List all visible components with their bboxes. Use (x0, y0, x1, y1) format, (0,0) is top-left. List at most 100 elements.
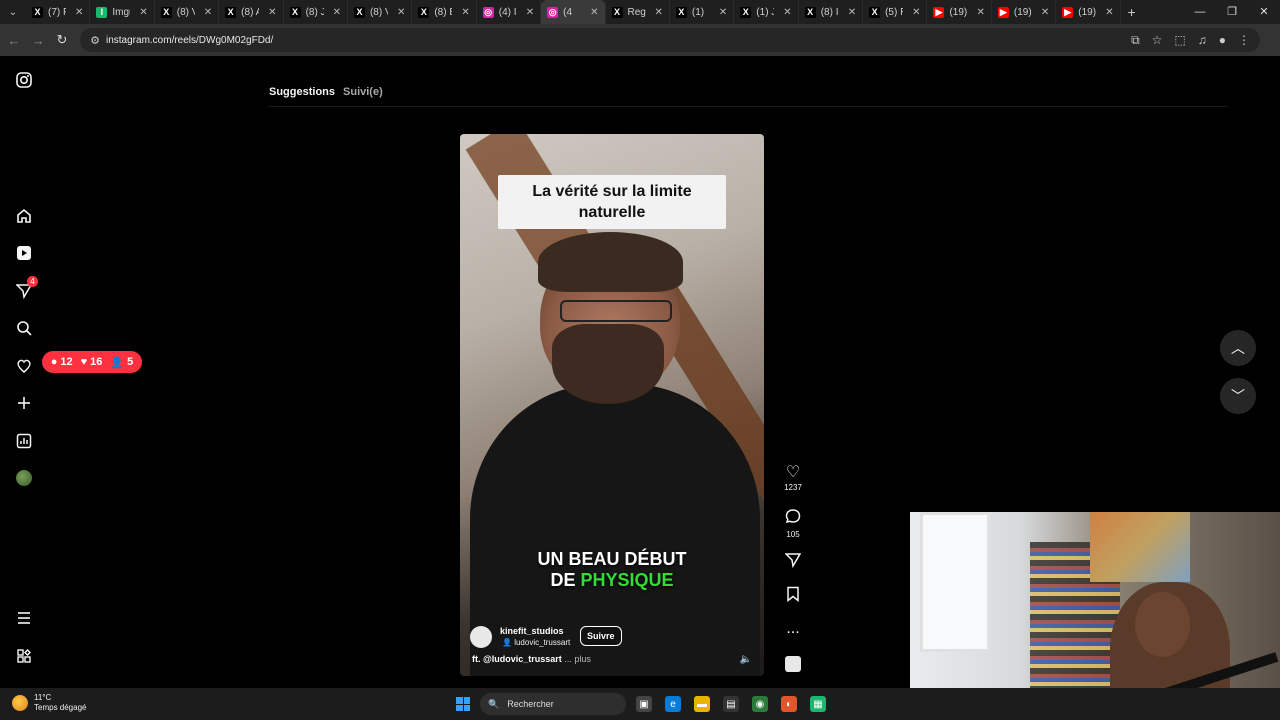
previous-reel-button[interactable]: ︿ (1220, 330, 1256, 366)
browser-tab[interactable]: X (7) F ✕ (26, 0, 91, 24)
x-icon: X (675, 6, 687, 18)
more-menu-icon[interactable] (14, 608, 34, 628)
browser-tab[interactable]: X (8) J ✕ (284, 0, 348, 24)
restore-button[interactable]: ❐ (1216, 0, 1248, 24)
browser-tab[interactable]: I Imgu ✕ (90, 0, 155, 24)
browser-tab[interactable]: X (8) Ia ✕ (799, 0, 864, 24)
tab-suggestions[interactable]: Suggestions (269, 86, 335, 98)
tab-close-icon[interactable]: ✕ (461, 7, 469, 18)
reels-icon[interactable] (14, 243, 34, 263)
home-icon[interactable] (14, 206, 34, 226)
subtitle-line-1: UN BEAU DÉBUT (537, 549, 687, 569)
notifications-heart-icon[interactable] (14, 356, 34, 376)
creator-name[interactable]: kinefit_studios (500, 626, 564, 636)
browser-tab[interactable]: X Rege ✕ (606, 0, 670, 24)
tab-close-icon[interactable]: ✕ (139, 7, 147, 18)
profile-icon[interactable]: ● (1219, 33, 1226, 48)
x-icon: X (740, 6, 752, 18)
collaborator-name[interactable]: 👤 ludovic_trussart (502, 638, 570, 647)
reload-button[interactable]: ↻ (50, 32, 74, 48)
tab-close-icon[interactable]: ✕ (783, 7, 791, 18)
follow-button[interactable]: Suivre (580, 626, 622, 646)
dashboard-icon[interactable] (14, 431, 34, 451)
share-button[interactable] (780, 552, 806, 573)
browser-menu-icon[interactable]: ⋮ (1238, 33, 1250, 48)
forward-button[interactable]: → (26, 33, 50, 48)
install-app-icon[interactable]: ⧉ (1131, 33, 1140, 48)
tab-close-icon[interactable]: ✕ (1041, 7, 1049, 18)
tab-close-icon[interactable]: ✕ (204, 7, 212, 18)
video-person-beard (552, 324, 664, 404)
next-reel-button[interactable]: ﹀ (1220, 378, 1256, 414)
back-button[interactable]: ← (2, 33, 26, 48)
bookmark-star-icon[interactable]: ☆ (1152, 33, 1163, 48)
tab-close-icon[interactable]: ✕ (75, 7, 83, 18)
browser-tab[interactable]: X (1) Je ✕ (734, 0, 799, 24)
tab-label: (4) In (498, 6, 517, 18)
firefox-icon[interactable]: ◐ (781, 696, 797, 712)
like-button[interactable]: ♡ 1237 (780, 464, 806, 492)
browser-tab[interactable]: X (5) R ✕ (863, 0, 928, 24)
instagram-icon: ◎ (482, 6, 494, 18)
site-info-icon[interactable]: ⚙ (84, 34, 106, 47)
tab-search-button[interactable]: ⌄ (0, 0, 26, 24)
browser-tab[interactable]: X (8) B ✕ (412, 0, 477, 24)
tab-following[interactable]: Suivi(e) (343, 86, 383, 98)
tab-label: (8) A (241, 6, 260, 18)
browser-tab[interactable]: ◎ (4) In ✕ (477, 0, 542, 24)
notifications-summary-pill[interactable]: ● 12 ♥ 16 👤 5 (42, 351, 142, 373)
edge-icon[interactable]: e (665, 696, 681, 712)
tab-close-icon[interactable]: ✕ (848, 7, 856, 18)
browser-tab[interactable]: X (8) A ✕ (219, 0, 284, 24)
tab-close-icon[interactable]: ✕ (719, 7, 727, 18)
tab-close-icon[interactable]: ✕ (1105, 7, 1113, 18)
browser-tab[interactable]: X (1) ✕ (670, 0, 735, 24)
also-from-meta-icon[interactable] (14, 646, 34, 666)
windows-start-icon[interactable] (456, 697, 470, 711)
minimize-button[interactable]: — (1184, 0, 1216, 24)
app-green-icon[interactable]: ▦ (810, 696, 826, 712)
tab-close-icon[interactable]: ✕ (590, 7, 598, 18)
webcam-poster (1090, 512, 1190, 582)
comment-button[interactable]: 105 (780, 508, 806, 539)
reel-video[interactable]: La vérité sur la limite naturelle UN BEA… (460, 134, 764, 676)
chrome-icon[interactable]: ◉ (752, 696, 768, 712)
browser-tab[interactable]: ▶ (19) ✕ (992, 0, 1057, 24)
store-icon[interactable]: ▤ (723, 696, 739, 712)
tab-close-icon[interactable]: ✕ (655, 7, 663, 18)
close-window-button[interactable]: ✕ (1248, 0, 1280, 24)
browser-tab[interactable]: ▶ (19) ✕ (1056, 0, 1121, 24)
more-options-button[interactable]: ... (780, 620, 806, 638)
extensions-icon[interactable]: ⬚ (1174, 33, 1185, 48)
weather-widget[interactable]: 11°C Temps dégagé (12, 693, 86, 713)
instagram-logo-icon[interactable] (14, 70, 34, 90)
new-tab-button[interactable]: + (1121, 4, 1143, 20)
tab-close-icon[interactable]: ✕ (526, 7, 534, 18)
tab-close-icon[interactable]: ✕ (976, 7, 984, 18)
url-text[interactable]: instagram.com/reels/DWg0M02gFDd/ (106, 35, 273, 46)
profile-avatar[interactable] (14, 468, 34, 488)
create-plus-icon[interactable] (14, 393, 34, 413)
tab-close-icon[interactable]: ✕ (268, 7, 276, 18)
messages-icon[interactable]: 4 (14, 276, 38, 301)
media-icon[interactable]: ♫ (1198, 33, 1207, 48)
like-count-badge: ♥ 16 (80, 356, 103, 368)
task-view-icon[interactable]: ▣ (636, 696, 652, 712)
tab-close-icon[interactable]: ✕ (333, 7, 341, 18)
address-bar[interactable]: ⚙ instagram.com/reels/DWg0M02gFDd/ ⧉ ☆ ⬚… (80, 28, 1260, 52)
tab-close-icon[interactable]: ✕ (912, 7, 920, 18)
search-icon[interactable] (14, 318, 34, 338)
save-button[interactable] (780, 586, 806, 607)
subtitle-prefix: DE (550, 570, 581, 590)
browser-tab[interactable]: X (8) V ✕ (155, 0, 220, 24)
tab-close-icon[interactable]: ✕ (397, 7, 405, 18)
file-explorer-icon[interactable]: ▬ (694, 696, 710, 712)
mute-toggle-icon[interactable]: 🔈 (740, 654, 752, 665)
creator-avatar[interactable] (470, 626, 492, 648)
taskbar-search[interactable]: 🔍 Rechercher (480, 693, 626, 715)
browser-tab[interactable]: ▶ (19) ✕ (927, 0, 992, 24)
caption-more-link[interactable]: ... plus (564, 654, 591, 664)
browser-tab[interactable]: X (8) V ✕ (348, 0, 413, 24)
audio-thumbnail[interactable] (785, 656, 801, 672)
browser-tab[interactable]: ◎ (4 ✕ (541, 0, 606, 24)
